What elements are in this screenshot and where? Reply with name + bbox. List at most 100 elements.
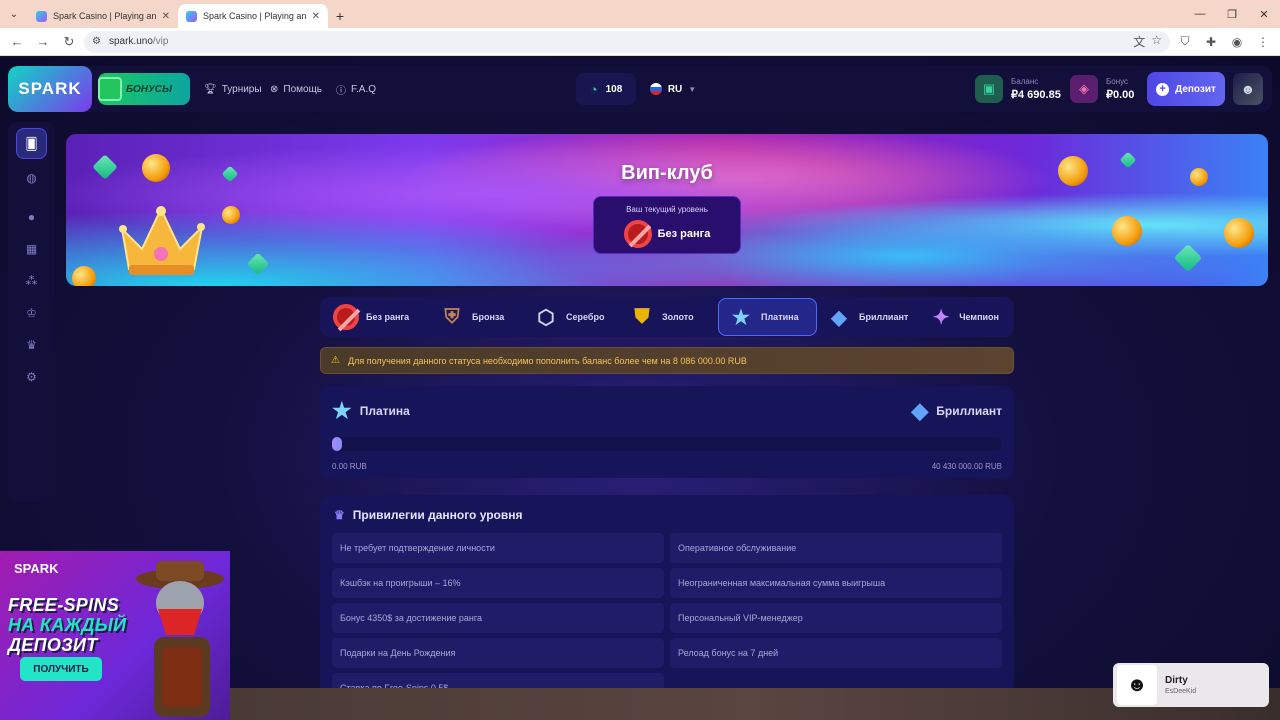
balance-widget[interactable]: ▣ Баланс ₽4 690.85 [975, 73, 1061, 105]
browser-tab[interactable]: Spark Casino | Playing and win ✕ [28, 4, 178, 28]
champion-icon: ✦ [932, 306, 950, 329]
users-group-icon[interactable]: ⁂ [16, 265, 47, 296]
privilege-item: Бонус 4350$ за достижение ранга [332, 603, 664, 633]
site-info-icon[interactable]: ⚙ [92, 36, 101, 47]
rank-label: Золото [662, 312, 694, 322]
tab-diamond[interactable]: ◆ Бриллиант [817, 298, 921, 336]
rank-label: Бронза [472, 312, 505, 322]
language-selector[interactable]: RU ▼ [644, 73, 702, 105]
rank-label: Серебро [566, 312, 605, 322]
notification-sub: EsDeeKid [1165, 688, 1197, 695]
extensions-puzzle-icon[interactable]: ✚ [1200, 31, 1222, 53]
new-tab-button[interactable]: + [328, 4, 352, 28]
deposit-button[interactable]: + Депозит [1147, 72, 1225, 106]
url-field[interactable]: ⚙ spark.uno/vip 文 ☆ [84, 30, 1170, 53]
back-icon[interactable]: ← [6, 31, 28, 53]
rank-label: Платина [761, 312, 799, 322]
privilege-item: Кэшбэк на проигрыши – 16% [332, 568, 664, 598]
sports-ball-icon[interactable]: ◍ [16, 162, 47, 193]
rank-tabs: Без ранга ⛨ Бронза ⬡ Серебро ⛊ Золото ★ … [320, 297, 1014, 337]
plus-icon: + [1156, 82, 1170, 96]
casino-cards-icon[interactable]: 🂠 [16, 128, 47, 159]
close-tab-icon[interactable]: ✕ [312, 11, 320, 22]
vip-crown-icon[interactable]: ♛ [16, 329, 47, 360]
browser-tab-active[interactable]: Spark Casino | Playing and win ✕ [178, 4, 328, 28]
tab-gold[interactable]: ⛊ Золото [620, 298, 718, 336]
profile-user-icon[interactable]: ● [16, 201, 47, 232]
rank-label: Бриллиант [859, 312, 909, 322]
bookmark-star-icon[interactable]: ☆ [1151, 33, 1162, 50]
progress-end-amount: 40 430 000.00 RUB [931, 462, 1002, 471]
promo-logo: SPARK [14, 561, 59, 576]
platinum-star-icon: ★ [332, 398, 352, 423]
promo-line-1: FREE-SPINS [8, 595, 120, 615]
diamond-icon: ◆ [831, 306, 847, 329]
language-label: RU [667, 83, 683, 95]
rank-label: Чемпион [959, 312, 999, 322]
spark-logo[interactable]: SPARK [8, 66, 92, 112]
bronze-rank-icon: ⛨ [444, 305, 460, 328]
settings-gear-icon[interactable]: ⚙ [16, 361, 47, 392]
favicon-icon [36, 10, 47, 22]
tab-no-rank[interactable]: Без ранга [324, 298, 430, 336]
address-bar: ← → ↻ ⚙ spark.uno/vip 文 ☆ ⛉ ✚ ◉ ⋮ [0, 28, 1280, 56]
gift-box-icon[interactable]: ▦ [16, 233, 47, 264]
current-level-card: Ваш текущий уровень Без ранга [593, 196, 741, 254]
tab-search-chevron-icon[interactable]: ⌄ [0, 0, 28, 28]
nav-faq[interactable]: ⓘ F.A.Q [336, 66, 376, 112]
left-sidebar: 🂠 ◍ ● ▦ ⁂ ♔ ♛ ⚙ [8, 122, 55, 502]
gold-coin-icon [1224, 218, 1254, 248]
gold-coin-icon [72, 266, 96, 286]
minimize-icon[interactable]: — [1184, 0, 1216, 28]
page-title: Вип-клуб [621, 162, 713, 184]
tab-silver[interactable]: ⬡ Серебро [524, 298, 620, 336]
nav-tournaments[interactable]: 🏆︎ Турниры [204, 66, 262, 112]
info-icon: ⓘ [336, 85, 346, 97]
rank-progress-card: ★ Платина ◆ Бриллиант 0.00 RUB 40 430 00… [320, 386, 1014, 478]
bonus-balance-label: Бонус [1106, 77, 1129, 86]
online-count: 108 [605, 83, 623, 95]
russia-flag-icon [649, 83, 662, 95]
no-rank-icon [623, 220, 652, 248]
alert-text: Для получения данного статуса необходимо… [347, 355, 747, 366]
promo-get-button[interactable]: ПОЛУЧИТЬ [20, 657, 102, 681]
warning-triangle-icon: ⚠ [331, 355, 340, 366]
url-host: spark.uno [108, 36, 153, 47]
rank-label: Без ранга [366, 312, 410, 322]
user-notification[interactable]: ☻ Dirty EsDeeKid [1113, 663, 1269, 707]
restore-icon[interactable]: ❐ [1216, 0, 1248, 28]
cowboy-character-icon [136, 561, 224, 717]
nav-help[interactable]: ⊗ Помощь [270, 66, 322, 112]
profile-icon[interactable]: ◉ [1226, 31, 1248, 53]
tab-platinum[interactable]: ★ Платина [718, 298, 817, 336]
user-avatar[interactable]: ☻ [1233, 73, 1263, 105]
progress-to-rank: Бриллиант [936, 404, 1002, 418]
gift-icon [98, 77, 123, 101]
translate-icon[interactable]: 文 [1133, 33, 1145, 50]
trophy-sidebar-icon[interactable]: ♔ [16, 297, 47, 328]
tab-champion[interactable]: ✦ Чемпион [921, 298, 1007, 336]
privilege-item: Персональный VIP-менеджер [670, 603, 1002, 633]
forward-icon[interactable]: → [32, 31, 54, 53]
reload-icon[interactable]: ↻ [58, 31, 80, 53]
privileges-card: ♛ Привилегии данного уровня Не требует п… [320, 495, 1014, 720]
promo-banner[interactable]: SPARK FREE-SPINS НА КАЖДЫЙ ДЕПОЗИТ ПОЛУЧ… [0, 551, 230, 720]
url-path: /vip [152, 36, 169, 47]
gold-coin-icon [222, 206, 240, 224]
balance-value: ₽4 690.85 [1011, 89, 1061, 101]
shield-extension-icon[interactable]: ⛉ [1174, 31, 1196, 53]
tab-bronze[interactable]: ⛨ Бронза [430, 298, 524, 336]
balance-label: Баланс [1011, 77, 1039, 86]
browser-tabbar: ⌄ Spark Casino | Playing and win ✕ Spark… [0, 0, 1280, 28]
crown-small-icon: ♛ [334, 508, 345, 522]
progress-track [332, 437, 1002, 451]
progress-start-amount: 0.00 RUB [332, 462, 367, 471]
close-window-icon[interactable]: ✕ [1248, 0, 1280, 28]
bonus-balance-widget[interactable]: ◈ Бонус ₽0.00 [1070, 73, 1134, 105]
nav-label: Турниры [221, 83, 262, 95]
close-tab-icon[interactable]: ✕ [162, 11, 170, 22]
privilege-item: Не требует подтверждение личности [332, 533, 664, 563]
more-menu-icon[interactable]: ⋮ [1252, 31, 1274, 53]
bonuses-button[interactable]: БОНУСЫ [98, 73, 190, 105]
trophy-icon: 🏆︎ [204, 83, 217, 95]
